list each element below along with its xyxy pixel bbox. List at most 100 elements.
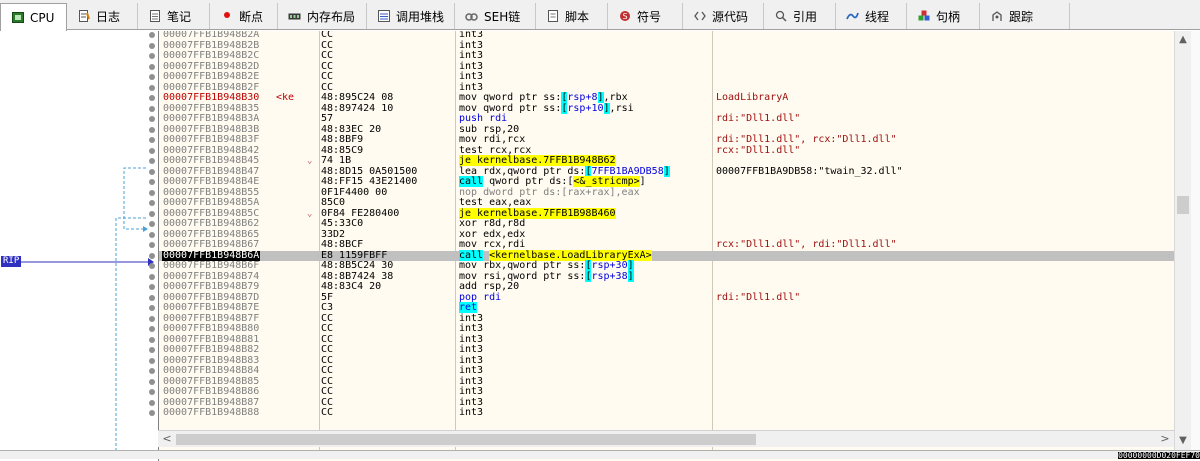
disasm-row[interactable]: 00007FFB1B948B4E 48:FF15 43E21400 call qwo…	[159, 176, 1175, 188]
breakpoint-dot-icon[interactable]	[149, 189, 155, 196]
scroll-left-icon[interactable]: <	[160, 432, 174, 446]
disasm-row[interactable]: 00007FFB1B948B7F CC int3	[159, 313, 1175, 325]
breakpoint-dot-icon[interactable]	[149, 347, 155, 353]
tab-source-code[interactable]: 源代码	[683, 3, 764, 29]
disasm-row[interactable]: 00007FFB1B948B84 CC int3	[159, 365, 1175, 377]
breakpoint-dot-icon[interactable]	[149, 263, 155, 269]
breakpoint-dot-icon[interactable]	[149, 95, 155, 101]
breakpoint-dot-icon[interactable]	[149, 231, 155, 238]
breakpoint-dot-icon[interactable]	[149, 179, 155, 185]
tab-notes[interactable]: 笔记	[138, 3, 210, 29]
breakpoint-dot-icon[interactable]	[149, 200, 155, 206]
breakpoint-dot-icon[interactable]	[149, 63, 155, 70]
disasm-row[interactable]: 00007FFB1B948B67 48:8BCF mov rcx,rdi rcx:"D…	[159, 239, 1175, 251]
breakpoint-dot-icon[interactable]	[149, 336, 155, 343]
breakpoint-dot-icon[interactable]	[149, 294, 155, 301]
disasm-row[interactable]: 00007FFB1B948B3F 48:8BF9 mov rdi,rcx rdi:"D…	[159, 134, 1175, 146]
disasm-row[interactable]: 00007FFB1B948B55 0F1F4400 00 nop dword ptr…	[159, 187, 1175, 199]
disasm-row[interactable]: 00007FFB1B948B81 CC int3	[159, 334, 1175, 346]
tab-symbols[interactable]: S 符号	[608, 3, 683, 29]
breakpoint-dot-icon[interactable]	[149, 252, 155, 259]
breakpoint-dot-icon[interactable]	[149, 357, 155, 364]
breakpoint-dot-icon[interactable]	[149, 389, 155, 395]
breakpoint-dot-icon[interactable]	[149, 315, 155, 322]
disasm-row[interactable]: 00007FFB1B948B2A CC int3	[159, 31, 1175, 41]
disasm-row[interactable]: 00007FFB1B948B2C CC int3	[159, 50, 1175, 62]
disasm-row[interactable]: 00007FFB1B948B35 48:897424 10 mov qword pt…	[159, 102, 1175, 115]
horizontal-scroll-thumb[interactable]	[176, 434, 756, 445]
tab-references[interactable]: 引用	[764, 3, 836, 29]
disasm-row[interactable]: 00007FFB1B948B42 48:85C9 test rcx,rcx rcx:"…	[159, 145, 1175, 157]
breakpoint-dot-icon[interactable]	[149, 126, 155, 133]
tab-breakpoint[interactable]: 断点	[210, 3, 278, 29]
disasm-row[interactable]: 00007FFB1B948B2D CC int3	[159, 61, 1175, 73]
tab-memory-map[interactable]: 内存布局	[278, 3, 367, 29]
disasm-row[interactable]: 00007FFB1B948B7E C3 ret	[159, 302, 1175, 314]
breakpoint-dot-icon[interactable]	[149, 210, 155, 217]
disasm-row[interactable]: 00007FFB1B948B6A E8 1159FBFF call <kernelb…	[159, 249, 1175, 261]
vertical-scrollbar[interactable]: ▲ ▼	[1174, 31, 1191, 450]
scroll-up-icon[interactable]: ▲	[1176, 33, 1190, 47]
disasm-row[interactable]: 00007FFB1B948B2E CC int3	[159, 71, 1175, 83]
tab-threads[interactable]: 线程	[836, 3, 907, 29]
tab-log[interactable]: 日志	[67, 3, 138, 29]
scroll-down-icon[interactable]: ▼	[1176, 434, 1190, 448]
disasm-row[interactable]: 00007FFB1B948B47 48:8D15 0A501500 lea rdx,…	[159, 165, 1175, 178]
breakpoint-dot-icon[interactable]	[149, 410, 155, 416]
breakpoint-dot-icon[interactable]	[149, 74, 155, 80]
disasm-row[interactable]: 00007FFB1B948B3B 48:83EC 20 sub rsp,20	[159, 124, 1175, 136]
disasm-row[interactable]: 00007FFB1B948B3A 57 push rdi rdi:"Dll1.dll"	[159, 113, 1175, 125]
vertical-scroll-thumb[interactable]	[1177, 196, 1189, 214]
breakpoint-dot-icon[interactable]	[149, 378, 155, 385]
disasm-row[interactable]: 00007FFB1B948B30 <ke 48:895C24 08 mov qword…	[159, 92, 1175, 104]
breakpoint-dot-icon[interactable]	[149, 147, 155, 154]
breakpoint-dot-icon[interactable]	[149, 116, 155, 122]
breakpoint-dot-icon[interactable]	[149, 221, 155, 227]
disasm-row[interactable]: 00007FFB1B948B5A 85C0 test eax,eax	[159, 197, 1175, 209]
disasm-row[interactable]: 00007FFB1B948B79 48:83C4 20 add rsp,20	[159, 281, 1175, 293]
disasm-row[interactable]: 00007FFB1B948B80 CC int3	[159, 323, 1175, 335]
disassembly-panel[interactable]: 00007FFB1B948B2A CC int3 00007FFB1B948B2B CC…	[158, 31, 1175, 461]
scroll-right-icon[interactable]: >	[1158, 432, 1172, 446]
breakpoint-dot-icon[interactable]	[149, 137, 155, 143]
breakpoint-dot-icon[interactable]	[149, 368, 155, 374]
tab-script[interactable]: 脚本	[536, 3, 608, 29]
breakpoint-dot-icon[interactable]	[149, 399, 155, 406]
disasm-row[interactable]: 00007FFB1B948B2B CC int3	[159, 40, 1175, 52]
disasm-row[interactable]: 00007FFB1B948B7D 5F pop rdi rdi:"Dll1.dll"	[159, 292, 1175, 304]
tab-cpu[interactable]: CPU	[0, 3, 67, 31]
tab-seh-chain[interactable]: SEH链	[455, 3, 536, 29]
disasm-row[interactable]: 00007FFB1B948B6F 48:8B5C24 30 mov rbx,qwor…	[159, 260, 1175, 272]
disasm-row[interactable]: 00007FFB1B948B2F CC int3	[159, 82, 1175, 94]
disasm-row[interactable]: 00007FFB1B948B83 CC int3	[159, 355, 1175, 367]
disasm-row[interactable]: 00007FFB1B948B82 CC int3	[159, 344, 1175, 356]
disasm-row[interactable]: 00007FFB1B948B86 CC int3	[159, 386, 1175, 398]
breakpoint-dot-icon[interactable]	[149, 284, 155, 290]
address-cell: 00007FFB1B948B67	[163, 239, 260, 250]
tab-call-stack[interactable]: 调用堆栈	[367, 3, 455, 29]
disasm-row[interactable]: 00007FFB1B948B74 48:8B7424 38 mov rsi,qwor…	[159, 270, 1175, 283]
breakpoint-dot-icon[interactable]	[149, 242, 155, 248]
bytes-cell: 57	[321, 113, 334, 124]
breakpoint-dot-icon[interactable]	[149, 326, 155, 332]
tab-handles[interactable]: 句柄	[907, 3, 980, 29]
breakpoint-dot-icon[interactable]	[149, 168, 155, 175]
breakpoint-dot-icon[interactable]	[149, 32, 155, 38]
disasm-row[interactable]: 00007FFB1B948B5C ⌄ 0F84 FE280400 je kernelb…	[159, 207, 1175, 220]
disasm-row[interactable]: 00007FFB1B948B88 CC int3	[159, 407, 1175, 419]
tab-trace[interactable]: 跟踪	[980, 3, 1070, 29]
disasm-row[interactable]: 00007FFB1B948B65 33D2 xor edx,edx	[159, 229, 1175, 241]
breakpoint-dot-icon[interactable]	[149, 84, 155, 91]
disasm-row[interactable]: 00007FFB1B948B85 CC int3	[159, 376, 1175, 388]
breakpoint-dot-icon[interactable]	[149, 53, 155, 59]
breakpoint-dot-icon[interactable]	[149, 105, 155, 112]
tab-label: 跟踪	[1009, 9, 1034, 24]
breakpoint-dot-icon[interactable]	[149, 273, 155, 280]
disasm-row[interactable]: 00007FFB1B948B62 45:33C0 xor r8d,r8d	[159, 218, 1175, 230]
horizontal-scrollbar[interactable]: < >	[158, 430, 1174, 447]
disasm-row[interactable]: 00007FFB1B948B45 ⌄ 74 1B je kernelbase.7FFB…	[159, 155, 1175, 167]
breakpoint-dot-icon[interactable]	[149, 305, 155, 311]
disasm-row[interactable]: 00007FFB1B948B87 CC int3	[159, 397, 1175, 409]
breakpoint-dot-icon[interactable]	[149, 158, 155, 164]
breakpoint-dot-icon[interactable]	[149, 42, 155, 49]
